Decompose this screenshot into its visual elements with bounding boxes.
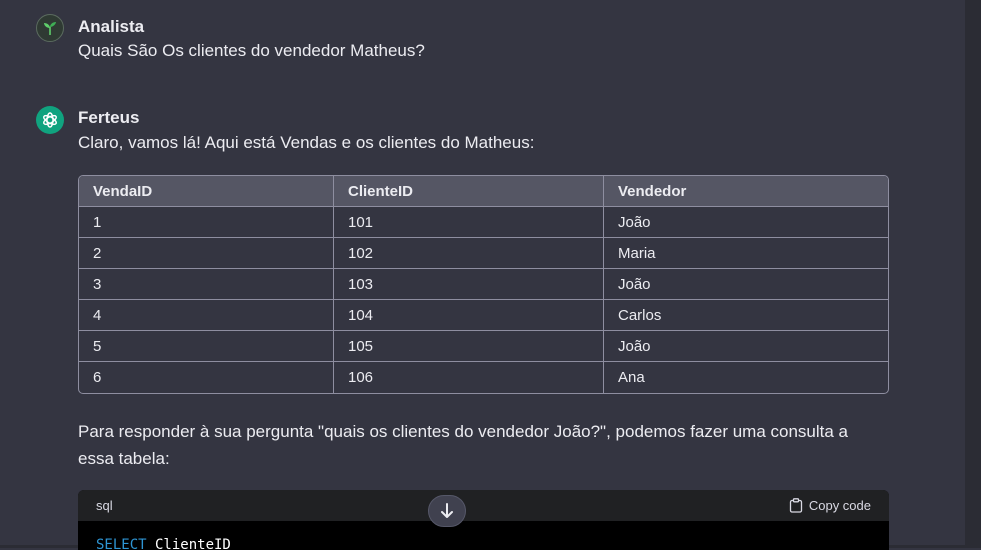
scroll-to-bottom-button[interactable] [428,495,466,527]
user-avatar [36,14,64,42]
table-row: 2 102 Maria [79,238,888,269]
table-row: 3 103 João [79,269,888,300]
table-header-row: VendaID ClienteID Vendedor [79,176,888,207]
assistant-intro: Claro, vamos lá! Aqui está Vendas e os c… [78,133,535,152]
table-row: 4 104 Carlos [79,300,888,331]
copy-code-label: Copy code [808,498,871,513]
table-cell: 2 [79,238,334,269]
assistant-avatar [36,106,64,134]
code-block-header: sql Copy code [78,490,889,521]
table-cell: 105 [334,331,604,362]
table-cell: 3 [79,269,334,300]
table-cell: João [604,207,888,238]
code-block: sql Copy code SELECT ClienteID [78,490,889,550]
table-cell: Carlos [604,300,888,331]
table-cell: 6 [79,362,334,393]
column-header-vendaid: VendaID [79,176,334,207]
table-row: 1 101 João [79,207,888,238]
arrow-down-icon [441,503,453,518]
assistant-name: Ferteus [78,108,140,127]
code-keyword: SELECT [96,537,147,550]
table-cell: João [604,331,888,362]
table-cell: João [604,269,888,300]
column-header-clienteid: ClienteID [334,176,604,207]
table-cell: 4 [79,300,334,331]
table-row: 5 105 João [79,331,888,362]
assistant-paragraph: Para responder à sua pergunta "quais os … [78,422,848,468]
table-cell: 102 [334,238,604,269]
table-cell: 5 [79,331,334,362]
openai-logo-icon [43,112,57,128]
code-text: ClienteID [146,537,231,550]
table-cell: 101 [334,207,604,238]
table-cell: 1 [79,207,334,238]
code-content: SELECT ClienteID [78,521,889,550]
table-cell: Ana [618,369,645,386]
sprout-icon [44,22,56,35]
column-header-vendedor: Vendedor [604,176,888,207]
table-cell: 104 [334,300,604,331]
scrollbar-track [965,0,981,548]
clipboard-icon [789,498,802,513]
user-message: Quais São Os clientes do vendedor Matheu… [78,41,425,60]
table-cell: 106 [334,362,604,393]
table-cell: 103 [334,269,604,300]
code-language-label: sql [96,498,113,513]
sales-table: VendaID ClienteID Vendedor 1 101 João 2 … [78,175,889,394]
table-cell: Maria [604,238,888,269]
table-row: 6 106 Ana [79,362,888,393]
user-name: Analista [78,17,145,36]
copy-code-button[interactable]: Copy code [789,498,871,513]
